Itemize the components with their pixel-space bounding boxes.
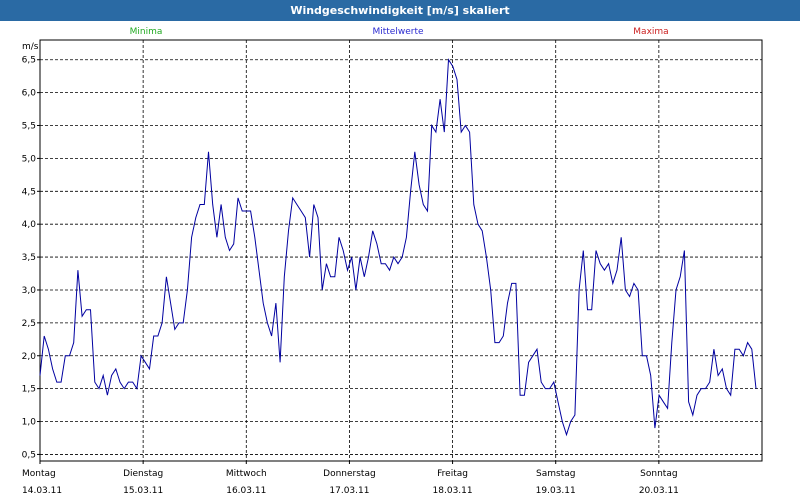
- legend-mittelwerte: Mittelwerte: [372, 27, 423, 37]
- x-tick-date: 15.03.11: [123, 486, 163, 496]
- x-tick-day: Montag: [22, 469, 56, 479]
- y-tick-label: 3,5: [22, 253, 36, 263]
- y-tick-label: 5,0: [22, 154, 37, 164]
- x-tick-day: Mittwoch: [226, 469, 267, 479]
- x-tick-date: 19.03.11: [536, 486, 576, 496]
- grid: [40, 40, 762, 461]
- y-tick-label: 6,5: [22, 56, 36, 66]
- y-tick-label: 1,5: [22, 385, 36, 395]
- legend-minima: Minima: [130, 27, 163, 37]
- series-line-mittelwerte: [39, 58, 757, 437]
- x-tick-date: 14.03.11: [22, 486, 62, 496]
- y-tick-label: 4,0: [22, 220, 37, 230]
- plot-frame: [39, 39, 763, 462]
- x-tick-date: 20.03.11: [639, 486, 679, 496]
- chart-window: Windgeschwindigkeit [m/s] skaliert Minim…: [0, 0, 800, 500]
- legend-maxima: Maxima: [633, 27, 668, 37]
- x-tick-day: Sonntag: [640, 469, 677, 479]
- y-tick-label: 2,0: [22, 352, 37, 362]
- x-tick-day: Dienstag: [123, 469, 163, 479]
- window-title: Windgeschwindigkeit [m/s] skaliert: [0, 0, 800, 21]
- y-axis: 0,5 1,0 1,5 2,0 2,5 3,0 3,5 4,0 4,5 5,0 5,5 6,0 6,5: [22, 56, 40, 460]
- x-tick-date: 17.03.11: [329, 486, 369, 496]
- y-axis-label: m/s: [22, 42, 39, 52]
- legend: Minima Mittelwerte Maxima: [130, 27, 669, 37]
- y-tick-label: 6,0: [22, 89, 37, 99]
- y-tick-label: 4,5: [22, 187, 36, 197]
- x-tick-date: 16.03.11: [226, 486, 266, 496]
- x-axis: Montag 14.03.11 Dienstag 15.03.11 Mittwoch 16…: [22, 461, 679, 496]
- y-tick-label: 5,5: [22, 122, 36, 132]
- chart-canvas: Minima Mittelwerte Maxima 0,5 1,0 1,5 2,0 2,5 3…: [22, 27, 763, 496]
- y-tick-label: 3,0: [22, 286, 37, 296]
- x-tick-day: Donnerstag: [323, 469, 376, 479]
- x-tick-day: Freitag: [437, 469, 468, 479]
- y-tick-label: 0,5: [22, 450, 36, 460]
- y-tick-label: 2,5: [22, 319, 36, 329]
- x-tick-date: 18.03.11: [433, 486, 473, 496]
- y-tick-label: 1,0: [22, 418, 37, 428]
- x-tick-day: Samstag: [536, 469, 575, 479]
